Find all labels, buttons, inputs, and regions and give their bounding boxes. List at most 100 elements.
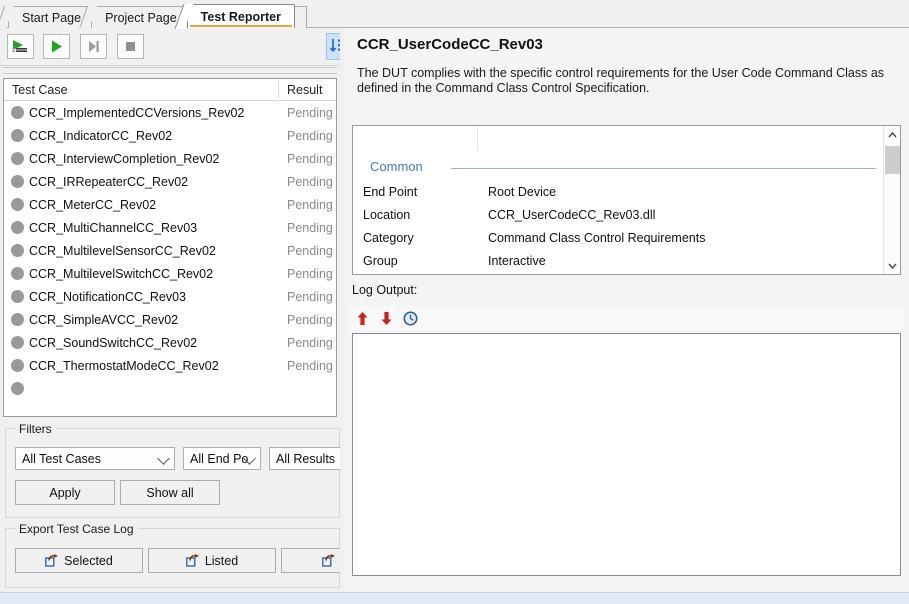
properties-grid[interactable]: Common End Point Root Device Location CC… — [352, 125, 901, 275]
property-row[interactable]: Location CCR_UserCodeCC_Rev03.dll — [353, 205, 900, 228]
status-dot-icon — [11, 290, 24, 303]
run-selected-icon — [12, 40, 27, 52]
log-toolbar — [350, 306, 904, 330]
table-row[interactable]: CCR_MultilevelSensorCC_Rev02 Pending — [4, 239, 336, 262]
chevron-down-icon — [157, 451, 170, 465]
filter-result-select[interactable]: All Results — [269, 447, 347, 470]
export-arrow-icon — [45, 554, 59, 567]
table-row[interactable]: CCR_InterviewCompletion_Rev02 Pending — [4, 147, 336, 170]
table-row[interactable]: CCR_SimpleAVCC_Rev02 Pending — [4, 308, 336, 331]
status-dot-icon — [11, 244, 24, 257]
column-header-test-case[interactable]: Test Case — [12, 79, 68, 100]
details-panel: CCR_UserCodeCC_Rev03 The DUT complies wi… — [345, 28, 909, 592]
show-all-button-label: Show all — [146, 485, 194, 500]
test-case-list[interactable]: Test Case Result CCR_ImplementedCCVersio… — [3, 78, 337, 417]
export-selected-button[interactable]: Selected — [15, 548, 143, 573]
test-case-name: CCR_MeterCC_Rev02 — [29, 197, 157, 212]
test-case-name: CCR_MultilevelSensorCC_Rev02 — [29, 243, 216, 258]
table-row[interactable]: CCR_IRRepeaterCC_Rev02 Pending — [4, 170, 336, 193]
property-key: Group — [363, 254, 398, 268]
tab-project-page-label: Project Page — [105, 10, 177, 25]
property-value: Root Device — [488, 185, 557, 199]
property-key: Category — [363, 231, 414, 245]
filters-group: Filters All Test Cases All End Po All Re… — [5, 422, 347, 518]
apply-button-label: Apply — [49, 485, 81, 500]
test-case-name: CCR_MultilevelSwitchCC_Rev02 — [29, 266, 214, 281]
status-dot-icon — [11, 175, 24, 188]
status-dot-icon — [11, 359, 24, 372]
toolbar-splitter[interactable] — [3, 67, 337, 74]
test-case-result: Pending — [287, 128, 333, 143]
properties-vscroll-thumb[interactable] — [885, 146, 900, 174]
run-selected-button[interactable] — [7, 34, 34, 59]
test-case-name: CCR_NotificationCC_Rev03 — [29, 289, 187, 304]
filter-result-value: All Results — [276, 451, 336, 466]
property-key: Location — [363, 208, 411, 222]
test-case-result: Pending — [287, 151, 333, 166]
step-forward-icon — [89, 41, 99, 52]
test-case-name: CCR_IRRepeaterCC_Rev02 — [29, 174, 189, 189]
column-divider[interactable] — [278, 81, 279, 98]
test-reporter-window: Start Page Project Page Test Reporter Te… — [0, 0, 909, 604]
export-listed-button[interactable]: Listed — [148, 548, 276, 573]
status-dot-icon — [11, 221, 24, 234]
filter-end-point-select[interactable]: All End Po — [183, 447, 261, 470]
table-row[interactable]: CCR_MeterCC_Rev02 Pending — [4, 193, 336, 216]
table-row[interactable]: CCR_ImplementedCCVersions_Rev02 Pending — [4, 101, 336, 124]
test-case-result: Pending — [287, 266, 333, 281]
export-arrow-icon — [185, 554, 199, 567]
run-button[interactable] — [43, 34, 70, 59]
page-title: CCR_UserCodeCC_Rev03 — [357, 36, 543, 53]
property-value: Interactive — [488, 254, 546, 268]
test-case-result: Pending — [287, 335, 333, 350]
clock-icon — [403, 311, 417, 325]
status-dot-icon — [11, 152, 24, 165]
tab-strip: Start Page Project Page Test Reporter — [0, 4, 307, 29]
properties-section-common: Common — [353, 159, 900, 179]
tab-test-reporter[interactable]: Test Reporter — [174, 4, 295, 29]
table-row[interactable]: CCR_NotificationCC_Rev03 Pending — [4, 285, 336, 308]
status-bar — [0, 592, 909, 604]
table-row[interactable]: CCR_IndicatorCC_Rev02 Pending — [4, 124, 336, 147]
log-output-label: Log Output: — [352, 283, 418, 297]
test-case-result: Pending — [287, 243, 333, 258]
stop-button[interactable] — [117, 34, 144, 59]
properties-column-divider[interactable] — [477, 126, 478, 151]
property-row[interactable]: Category Command Class Control Requireme… — [353, 228, 900, 251]
table-row[interactable]: CCR_SoundSwitchCC_Rev02 Pending — [4, 331, 336, 354]
table-row[interactable]: CCR_ThermostatModeCC_Rev02 Pending — [4, 354, 336, 377]
scroll-down-arrow-icon[interactable] — [884, 257, 900, 274]
export-group-title: Export Test Case Log — [15, 522, 138, 536]
column-header-result[interactable]: Result — [287, 79, 322, 100]
status-dot-icon — [11, 267, 24, 280]
log-scroll-down-button[interactable] — [374, 307, 398, 329]
step-button[interactable] — [80, 34, 107, 59]
property-row[interactable]: End Point Root Device — [353, 182, 900, 205]
left-panel: Test Case Result CCR_ImplementedCCVersio… — [0, 28, 409, 604]
log-output-textarea[interactable] — [352, 333, 901, 576]
tab-test-reporter-label: Test Reporter — [200, 9, 281, 24]
status-dot-icon — [11, 336, 24, 349]
apply-button[interactable]: Apply — [15, 480, 115, 505]
properties-vscrollbar[interactable] — [883, 126, 900, 274]
log-timestamp-button[interactable] — [398, 307, 422, 329]
test-case-name: CCR_MultiChannelCC_Rev03 — [29, 220, 198, 235]
filter-test-case-select[interactable]: All Test Cases — [15, 447, 175, 470]
show-all-button[interactable]: Show all — [120, 480, 220, 505]
status-dot-icon — [11, 313, 24, 326]
test-case-name: CCR_ThermostatModeCC_Rev02 — [29, 358, 219, 373]
scroll-up-arrow-icon[interactable] — [884, 126, 900, 143]
log-scroll-up-button[interactable] — [350, 307, 374, 329]
property-row[interactable]: Group Interactive — [353, 251, 900, 274]
properties-section-rule — [451, 168, 876, 169]
export-selected-label: Selected — [64, 553, 113, 568]
status-dot-icon — [11, 382, 24, 395]
tab-start-page-label: Start Page — [22, 10, 82, 25]
export-listed-label: Listed — [204, 553, 239, 568]
table-row[interactable]: CCR_MultilevelSwitchCC_Rev02 Pending — [4, 262, 336, 285]
table-row[interactable]: CCR_MultiChannelCC_Rev03 Pending — [4, 216, 336, 239]
test-case-result: Pending — [287, 197, 333, 212]
status-dot-icon — [11, 198, 24, 211]
export-group: Export Test Case Log Selected Listed — [5, 522, 409, 588]
table-row-partial[interactable] — [4, 377, 336, 400]
